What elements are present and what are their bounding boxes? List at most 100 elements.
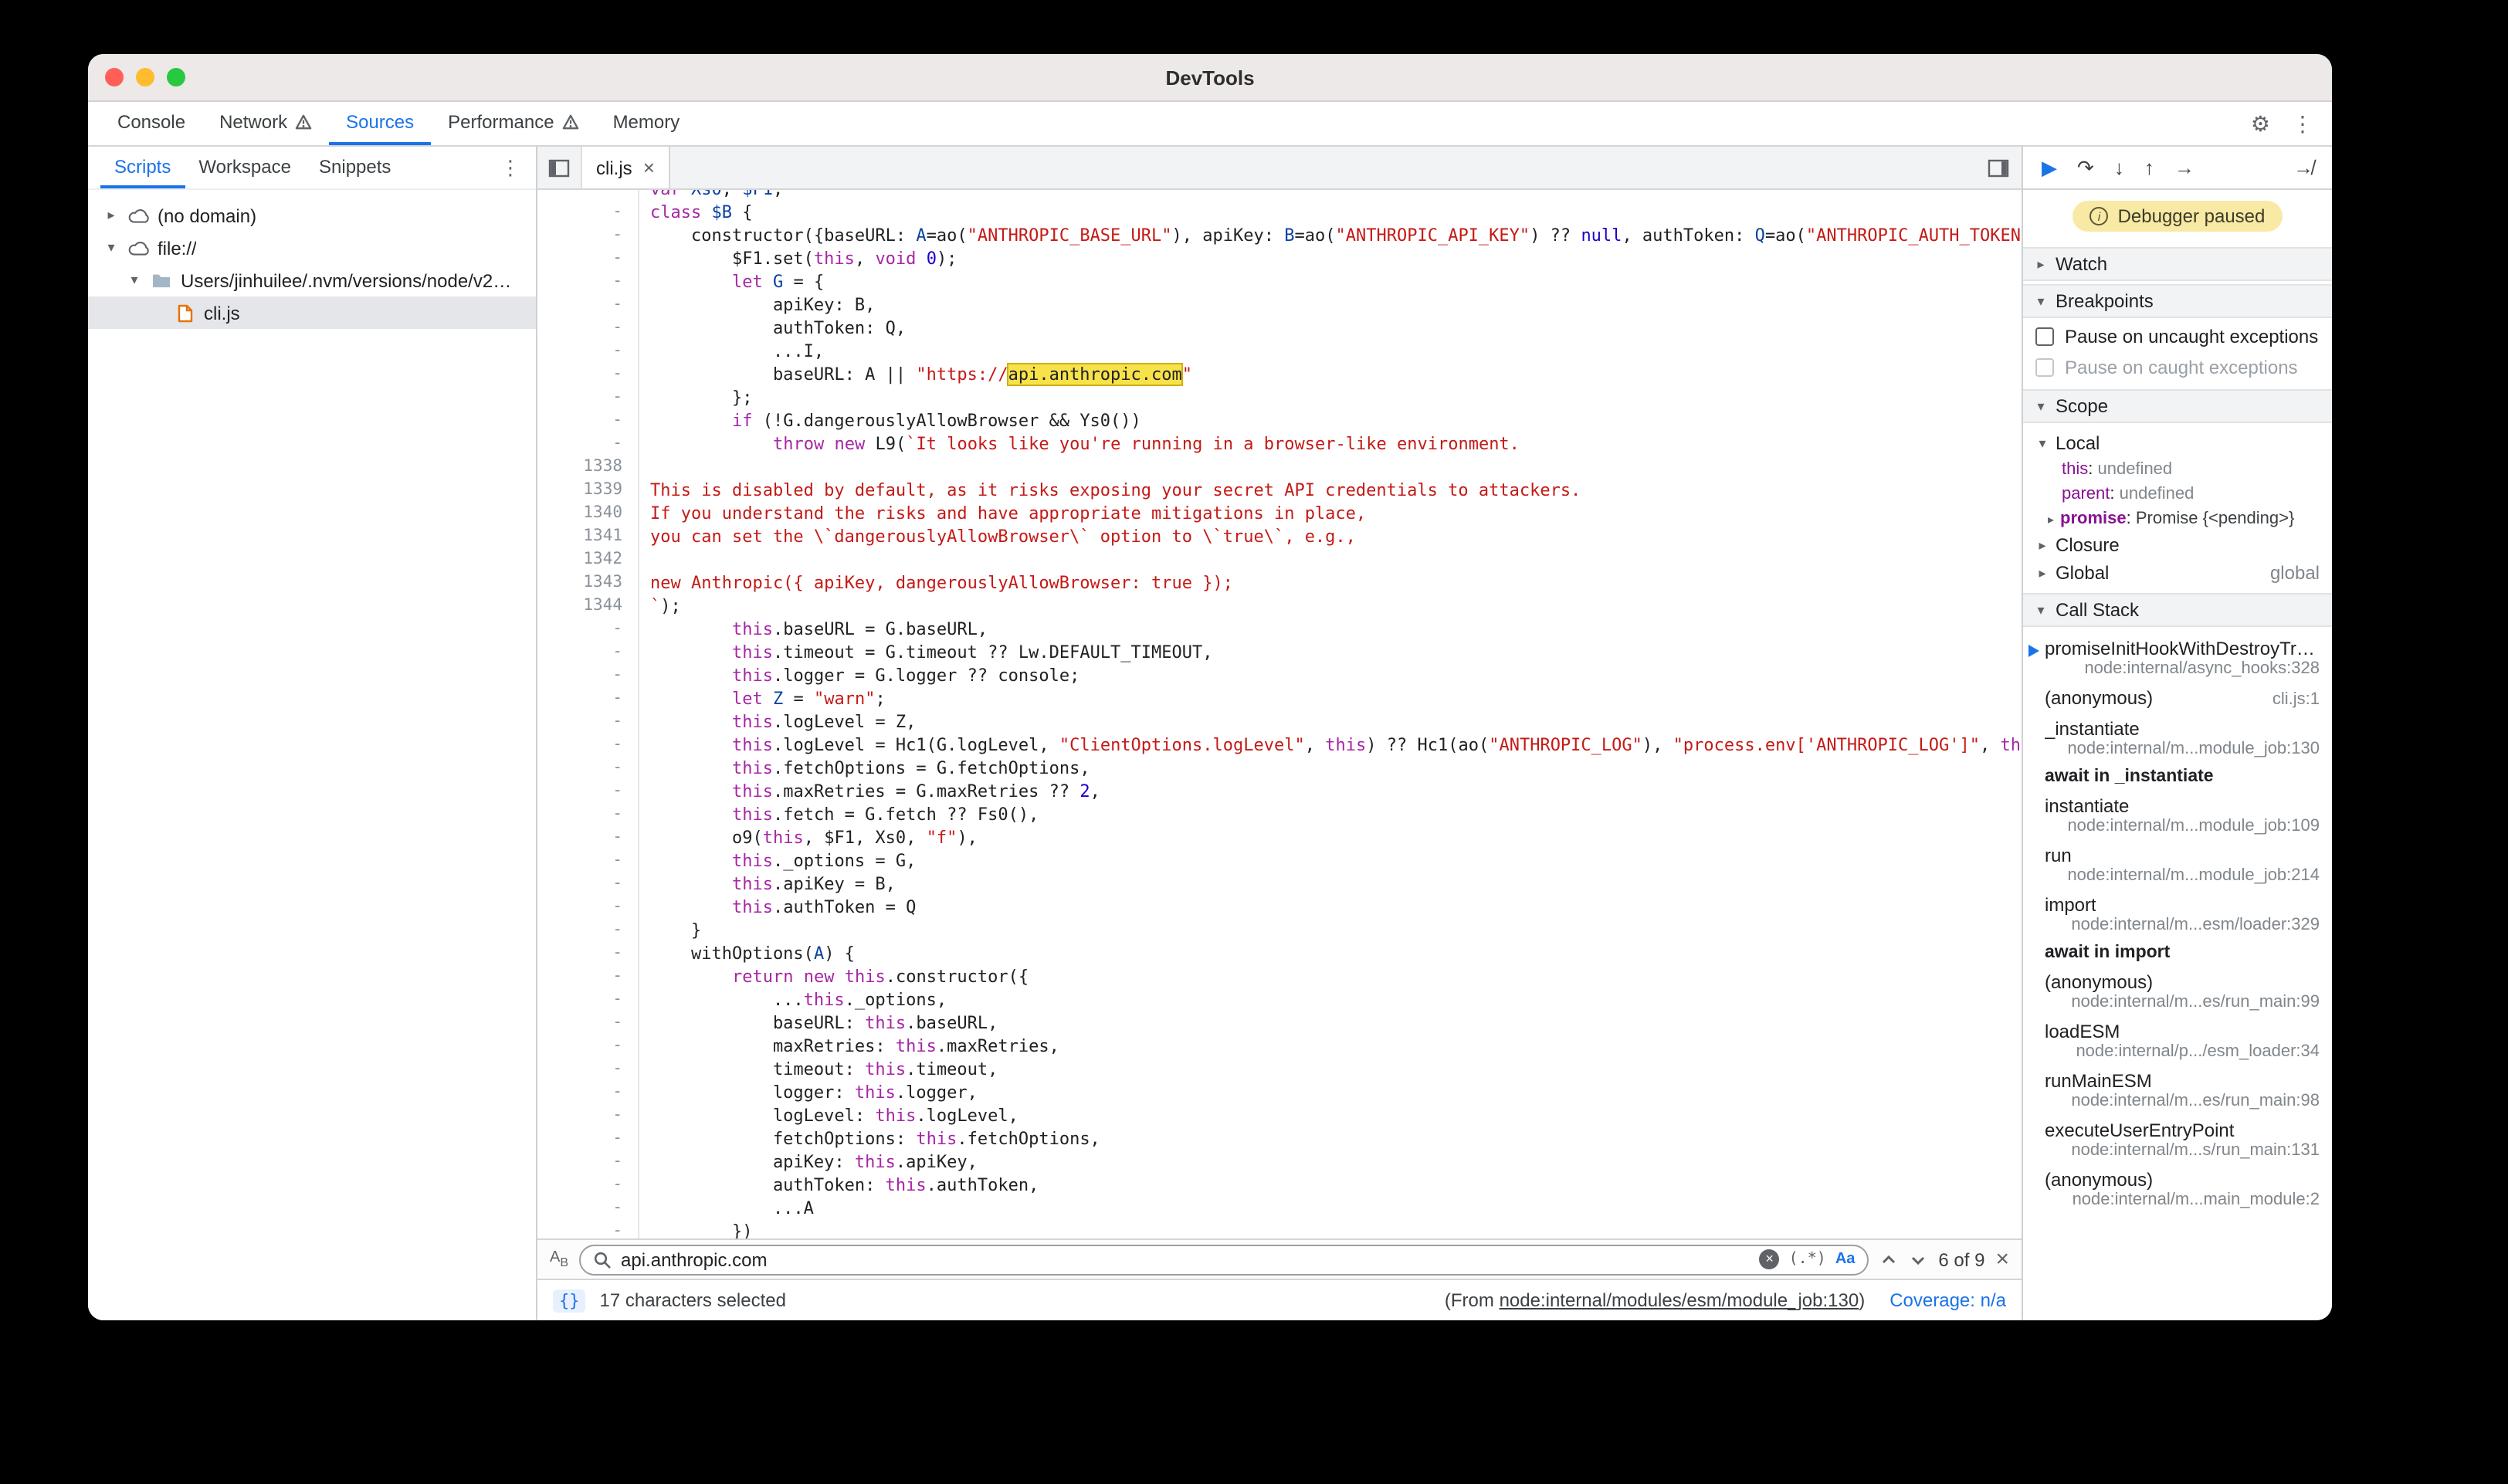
- code-line[interactable]: - this.fetch = G.fetch ?? Fs0(),: [537, 803, 2022, 826]
- navigator-more-icon[interactable]: ⋮: [500, 147, 536, 188]
- zoom-window-button[interactable]: [167, 68, 185, 86]
- checkbox[interactable]: [2035, 358, 2054, 377]
- code-line[interactable]: - this.apiKey = B,: [537, 872, 2022, 896]
- code-line[interactable]: - let G = {: [537, 270, 2022, 293]
- tab-performance[interactable]: Performance: [431, 102, 595, 145]
- code-line[interactable]: 1343new Anthropic({ apiKey, dangerouslyA…: [537, 571, 2022, 595]
- close-search-icon[interactable]: ×: [1995, 1248, 2009, 1271]
- code-line[interactable]: - this._options = G,: [537, 849, 2022, 872]
- chevron-right-icon[interactable]: ▸: [103, 207, 119, 224]
- call-stack-frame-loadesm[interactable]: loadESMnode:internal/p.../esm_loader:34: [2023, 1016, 2332, 1066]
- coverage-link[interactable]: Coverage: n/a: [1889, 1289, 2006, 1311]
- minimize-window-button[interactable]: [136, 68, 154, 86]
- step-over-icon[interactable]: ↷: [2077, 158, 2094, 178]
- match-case-toggle[interactable]: Aa: [1835, 1251, 1856, 1268]
- search-mode-icon[interactable]: AB: [550, 1250, 568, 1269]
- code-line[interactable]: - return new this.constructor({: [537, 965, 2022, 988]
- call-stack-frame-anonymous[interactable]: (anonymous)node:internal/m...es/run_main…: [2023, 967, 2332, 1016]
- code-line[interactable]: - throw new L9(`It looks like you're run…: [537, 432, 2022, 456]
- code-line[interactable]: - timeout: this.timeout,: [537, 1058, 2022, 1081]
- call-stack-frame-import[interactable]: importnode:internal/m...esm/loader:329: [2023, 889, 2332, 939]
- sidebar-tab-workspace[interactable]: Workspace: [185, 147, 305, 188]
- code-line[interactable]: - apiKey: this.apiKey,: [537, 1150, 2022, 1174]
- tab-sources[interactable]: Sources: [329, 102, 431, 145]
- code-line[interactable]: 1342: [537, 548, 2022, 571]
- scope-variable-this[interactable]: this: undefined: [2023, 457, 2332, 482]
- code-line[interactable]: - if (!G.dangerouslyAllowBrowser && Ys0(…: [537, 409, 2022, 432]
- editor-tab-clijs[interactable]: cli.js ×: [582, 147, 670, 188]
- call-stack-frame-instantiate[interactable]: _instantiatenode:internal/m...module_job…: [2023, 713, 2332, 763]
- resume-icon[interactable]: ▶: [2042, 158, 2057, 178]
- sidebar-tab-snippets[interactable]: Snippets: [305, 147, 405, 188]
- code-line[interactable]: - $F1.set(this, void 0);: [537, 247, 2022, 270]
- toggle-navigator-icon[interactable]: [537, 147, 582, 188]
- code-line[interactable]: - ...I,: [537, 340, 2022, 363]
- settings-icon[interactable]: ⚙: [2251, 113, 2270, 134]
- code-line[interactable]: - fetchOptions: this.fetchOptions,: [537, 1127, 2022, 1150]
- code-line[interactable]: 1341you can set the \`dangerouslyAllowBr…: [537, 525, 2022, 548]
- scope-variable-promise[interactable]: ▸promise: Promise {<pending>}: [2023, 507, 2332, 531]
- code-line[interactable]: - apiKey: B,: [537, 293, 2022, 317]
- code-line[interactable]: - maxRetries: this.maxRetries,: [537, 1035, 2022, 1058]
- chevron-down-icon[interactable]: ▾: [103, 239, 119, 256]
- chevron-down-icon[interactable]: ▾: [127, 272, 142, 289]
- previous-match-button[interactable]: [1879, 1250, 1898, 1269]
- tab-network[interactable]: Network: [202, 102, 329, 145]
- close-window-button[interactable]: [105, 68, 124, 86]
- watch-section-header[interactable]: ▸ Watch: [2023, 247, 2332, 281]
- toggle-debugger-icon[interactable]: [1988, 147, 2022, 188]
- code-line[interactable]: 1338: [537, 456, 2022, 479]
- step-icon[interactable]: →: [2174, 158, 2194, 178]
- code-editor[interactable]: -var Xs0, $F1,-class $B {- constructor({…: [537, 190, 2022, 1238]
- scope-variable-parent[interactable]: parent: undefined: [2023, 482, 2332, 507]
- code-line[interactable]: - withOptions(A) {: [537, 942, 2022, 965]
- checkbox[interactable]: [2035, 327, 2054, 346]
- call-stack-frame-runmainesm[interactable]: runMainESMnode:internal/m...es/run_main:…: [2023, 1066, 2332, 1115]
- code-line[interactable]: - baseURL: A || "https://api.anthropic.c…: [537, 363, 2022, 386]
- code-line[interactable]: - baseURL: this.baseURL,: [537, 1011, 2022, 1035]
- tree-item-no-domain[interactable]: ▸(no domain): [88, 199, 536, 232]
- scope-group-closure[interactable]: ▸Closure: [2023, 531, 2332, 559]
- code-line[interactable]: - ...this._options,: [537, 988, 2022, 1011]
- code-line[interactable]: - }): [537, 1220, 2022, 1238]
- search-input-wrapper[interactable]: × (.*) Aa: [579, 1244, 1869, 1275]
- next-match-button[interactable]: [1909, 1250, 1927, 1269]
- code-line[interactable]: - };: [537, 386, 2022, 409]
- code-line[interactable]: - let Z = "warn";: [537, 687, 2022, 710]
- scope-section-header[interactable]: ▾ Scope: [2023, 389, 2332, 423]
- code-line[interactable]: - this.maxRetries = G.maxRetries ?? 2,: [537, 780, 2022, 803]
- breakpoints-section-header[interactable]: ▾ Breakpoints: [2023, 284, 2332, 318]
- call-stack-frame-anonymous[interactable]: (anonymous)node:internal/m...main_module…: [2023, 1164, 2332, 1214]
- more-options-icon[interactable]: ⋮: [2292, 113, 2313, 134]
- scope-group-global[interactable]: ▸Globalglobal: [2023, 559, 2332, 587]
- code-line[interactable]: - this.authToken = Q: [537, 896, 2022, 919]
- step-out-icon[interactable]: ↑: [2144, 158, 2154, 178]
- code-line[interactable]: - this.logger = G.logger ?? console;: [537, 664, 2022, 687]
- tab-memory[interactable]: Memory: [596, 102, 697, 145]
- code-line[interactable]: 1344`);: [537, 595, 2022, 618]
- code-line[interactable]: - authToken: this.authToken,: [537, 1174, 2022, 1197]
- step-into-icon[interactable]: ↓: [2114, 158, 2124, 178]
- code-line[interactable]: - this.baseURL = G.baseURL,: [537, 618, 2022, 641]
- code-line[interactable]: - logger: this.logger,: [537, 1081, 2022, 1104]
- search-input[interactable]: [621, 1249, 1751, 1270]
- call-stack-section-header[interactable]: ▾ Call Stack: [2023, 593, 2332, 627]
- scope-group-local[interactable]: ▾Local: [2023, 429, 2332, 457]
- tree-item-file[interactable]: ▾file://: [88, 232, 536, 264]
- code-line[interactable]: - this.timeout = G.timeout ?? Lw.DEFAULT…: [537, 641, 2022, 664]
- regex-toggle[interactable]: (.*): [1789, 1251, 1826, 1268]
- code-line[interactable]: -var Xs0, $F1,: [537, 190, 2022, 201]
- code-line[interactable]: - o9(this, $F1, Xs0, "f"),: [537, 826, 2022, 849]
- code-line[interactable]: - this.fetchOptions = G.fetchOptions,: [537, 757, 2022, 780]
- breakpoint-option-pause-on-caught-exceptions[interactable]: Pause on caught exceptions: [2023, 352, 2332, 383]
- code-line[interactable]: - ...A: [537, 1197, 2022, 1220]
- close-tab-icon[interactable]: ×: [643, 158, 655, 178]
- tab-console[interactable]: Console: [100, 102, 202, 145]
- clear-search-icon[interactable]: ×: [1760, 1249, 1780, 1269]
- call-stack-frame-executeuserentrypoint[interactable]: executeUserEntryPointnode:internal/m...s…: [2023, 1115, 2332, 1164]
- call-stack-frame-promiseinithookwithdestroytr[interactable]: promiseInitHookWithDestroyTr…node:intern…: [2023, 633, 2332, 683]
- code-line[interactable]: - this.logLevel = Z,: [537, 710, 2022, 734]
- code-line[interactable]: - logLevel: this.logLevel,: [537, 1104, 2022, 1127]
- pretty-print-toggle[interactable]: {}: [553, 1289, 586, 1312]
- code-line[interactable]: - }: [537, 919, 2022, 942]
